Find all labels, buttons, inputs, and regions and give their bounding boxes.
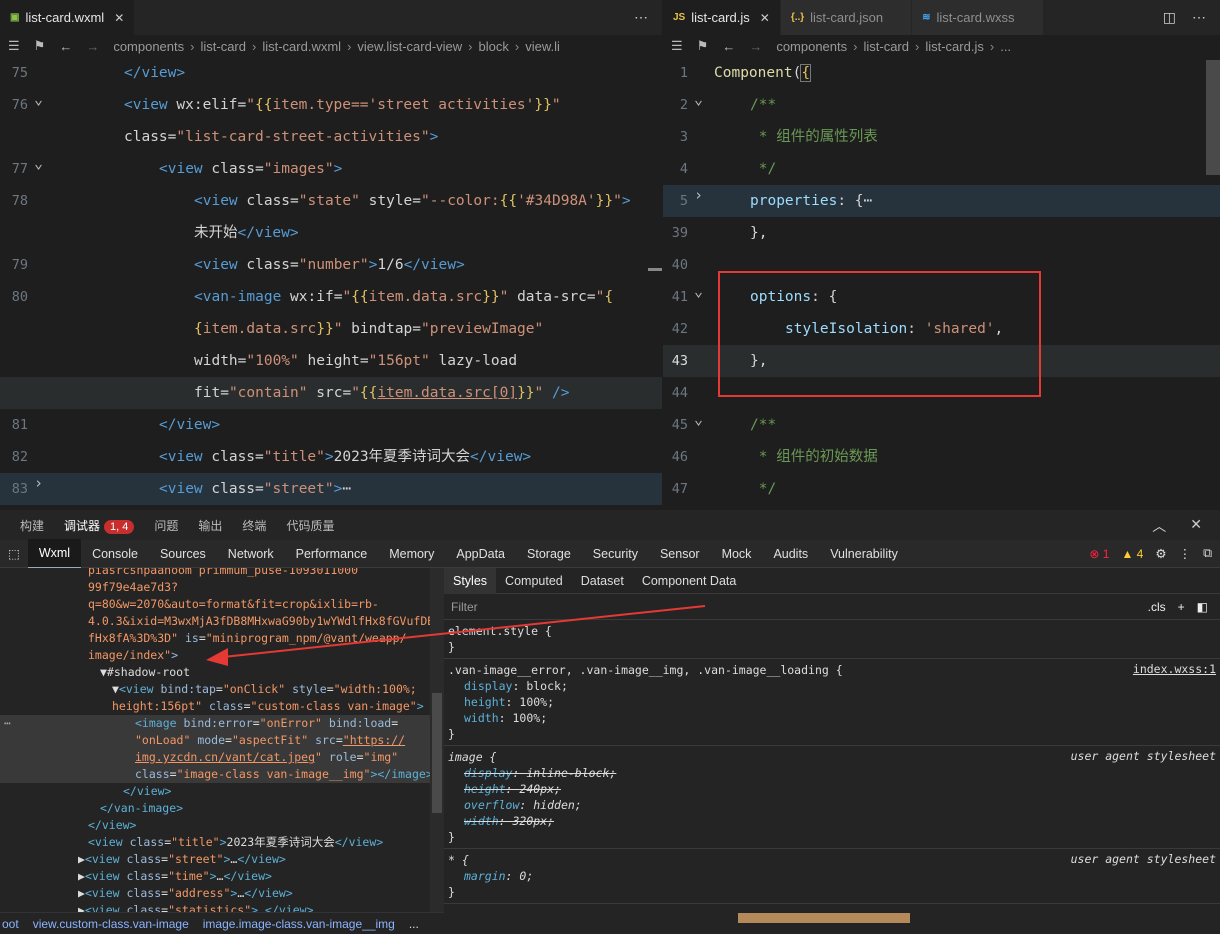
annotation-arrows — [206, 605, 706, 666]
